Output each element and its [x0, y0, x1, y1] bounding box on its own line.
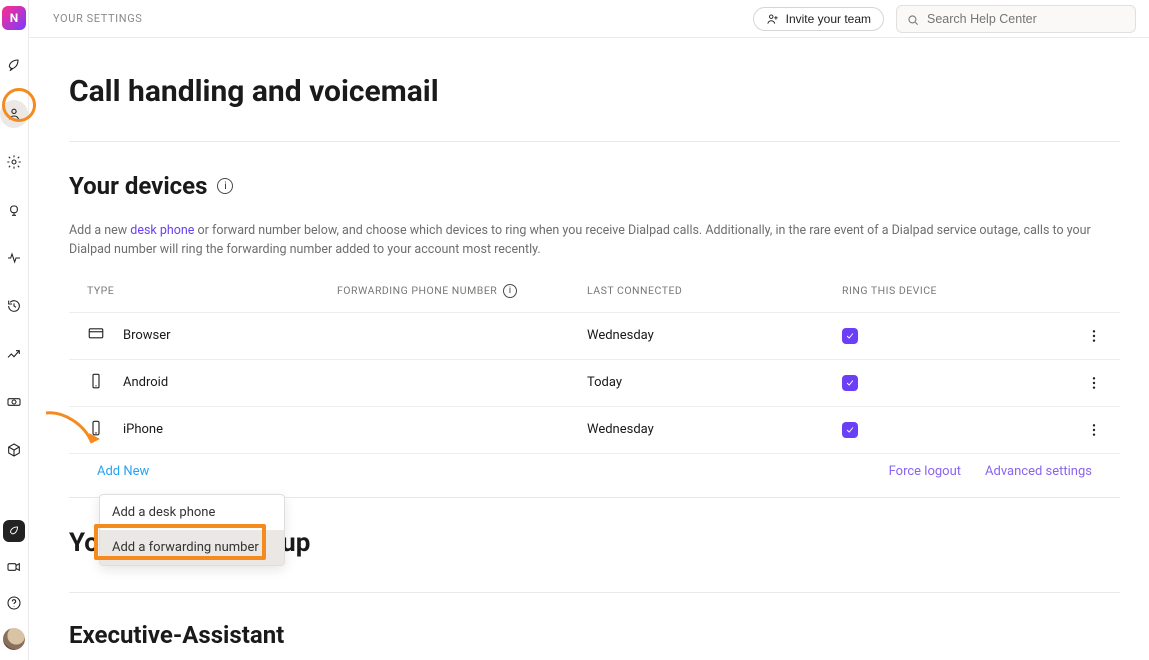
topbar: YOUR SETTINGS Invite your team [29, 0, 1149, 38]
row-kebab-menu[interactable] [1042, 328, 1102, 344]
desk-phone-link[interactable]: desk phone [130, 223, 194, 238]
table-row: iPhone Wednesday [69, 406, 1120, 453]
nav-activity-icon[interactable] [0, 244, 28, 272]
search-input[interactable] [896, 5, 1136, 33]
device-last-connected: Wednesday [587, 422, 842, 437]
device-type: Android [123, 375, 168, 390]
col-type: TYPE [87, 284, 337, 298]
devices-table-footer: Add New Force logout Advanced settings A… [69, 453, 1120, 489]
add-new-link[interactable]: Add New [97, 464, 149, 479]
main: YOUR SETTINGS Invite your team Call hand… [29, 0, 1149, 660]
breadcrumb: YOUR SETTINGS [53, 12, 142, 25]
nav-package-icon[interactable] [0, 436, 28, 464]
divider [69, 141, 1120, 142]
nav-apps-icon[interactable] [3, 520, 25, 542]
nav-video-icon[interactable] [3, 556, 25, 578]
invite-team-button[interactable]: Invite your team [753, 7, 884, 31]
force-logout-link[interactable]: Force logout [889, 464, 961, 479]
col-ring: RING THIS DEVICE [842, 284, 1042, 298]
search-icon [906, 12, 920, 26]
devices-table: TYPE FORWARDING PHONE NUMBER i LAST CONN… [69, 270, 1120, 489]
android-icon [87, 372, 105, 394]
iphone-icon [87, 419, 105, 441]
sidebar: N [0, 0, 29, 660]
nav-help-icon[interactable] [3, 592, 25, 614]
ring-device-checkbox[interactable] [842, 422, 858, 438]
nav-profile-icon[interactable] [0, 100, 28, 128]
nav-settings-gear-icon[interactable] [0, 148, 28, 176]
dropdown-item[interactable]: Add a forwarding number [100, 530, 284, 565]
nav-quickstart-icon[interactable] [0, 52, 28, 80]
nav-analytics-icon[interactable] [0, 340, 28, 368]
device-last-connected: Today [587, 375, 842, 390]
row-kebab-menu[interactable] [1042, 375, 1102, 391]
devices-section-title: Your devices [69, 172, 207, 200]
device-type: iPhone [123, 422, 163, 437]
nav-media-icon[interactable] [0, 388, 28, 416]
ring-device-checkbox[interactable] [842, 375, 858, 391]
content: Call handling and voicemail Your devices… [29, 38, 1149, 660]
user-avatar[interactable] [3, 628, 25, 650]
info-icon[interactable]: i [217, 178, 233, 194]
browser-icon [87, 325, 105, 347]
table-row: Android Today [69, 359, 1120, 406]
invite-people-icon [766, 12, 780, 26]
invite-team-label: Invite your team [786, 12, 871, 26]
exec-section-title: Executive-Assistant [69, 621, 1120, 649]
info-icon[interactable]: i [503, 284, 517, 298]
nav-history-icon[interactable] [0, 292, 28, 320]
dropdown-item[interactable]: Add a desk phone [100, 495, 284, 530]
app-logo[interactable]: N [2, 6, 26, 30]
table-row: Browser Wednesday [69, 312, 1120, 359]
devices-description: Add a new desk phone or forward number b… [69, 222, 1120, 260]
advanced-settings-link[interactable]: Advanced settings [985, 464, 1092, 479]
row-kebab-menu[interactable] [1042, 422, 1102, 438]
nav-agent-icon[interactable] [0, 196, 28, 224]
col-last: LAST CONNECTED [587, 284, 842, 298]
col-forwarding: FORWARDING PHONE NUMBER i [337, 284, 587, 298]
ring-device-checkbox[interactable] [842, 328, 858, 344]
divider [69, 592, 1120, 593]
device-type: Browser [123, 328, 171, 343]
devices-table-header: TYPE FORWARDING PHONE NUMBER i LAST CONN… [69, 270, 1120, 312]
add-new-dropdown: Add a desk phoneAdd a forwarding number [99, 494, 285, 566]
page-title: Call handling and voicemail [69, 74, 1120, 109]
device-last-connected: Wednesday [587, 328, 842, 343]
